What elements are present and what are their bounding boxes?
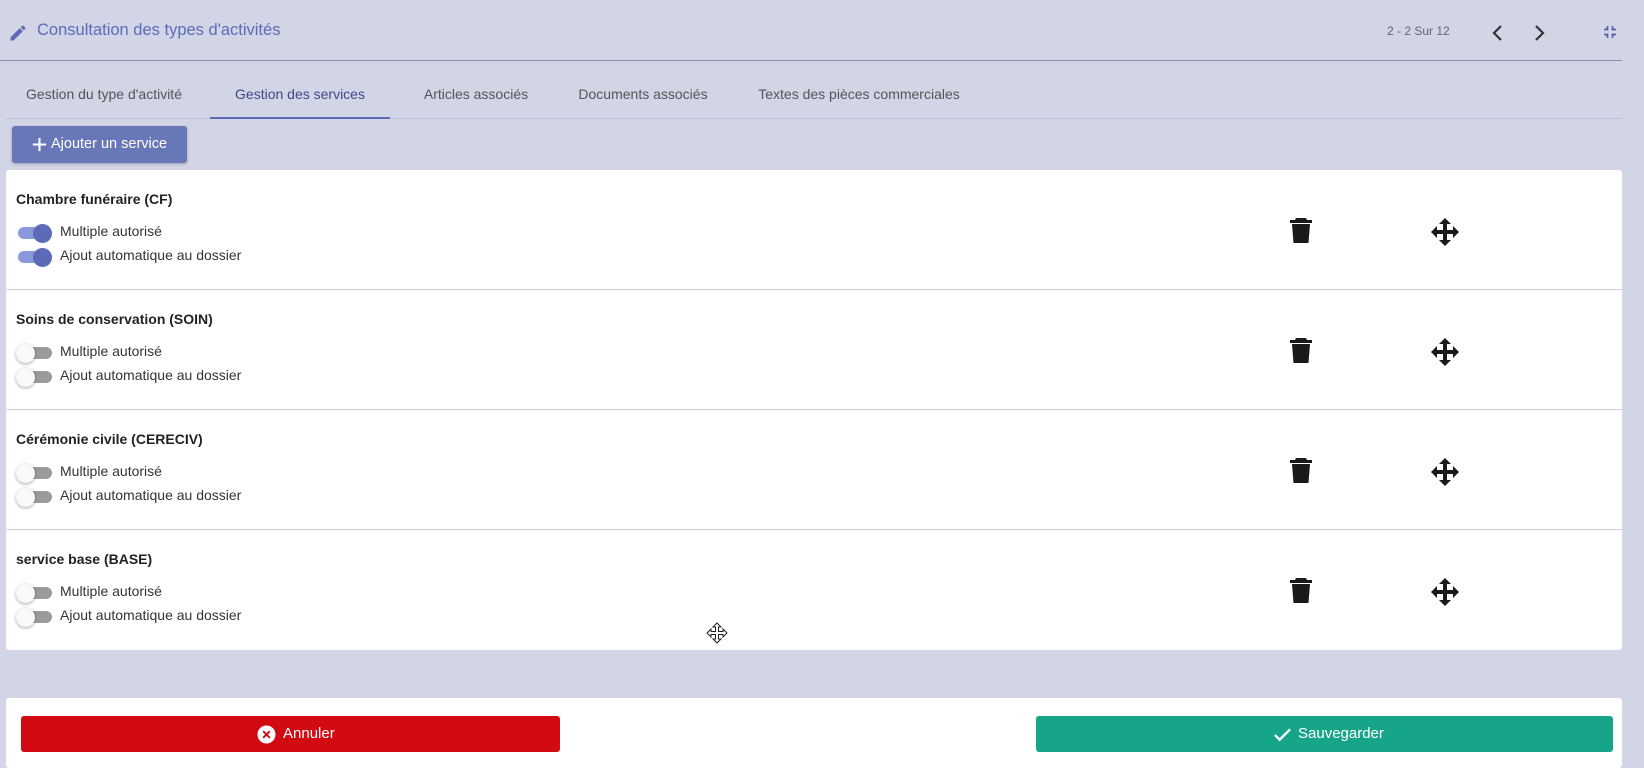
move-icon[interactable] [1431, 458, 1459, 486]
multiple-allowed-toggle[interactable] [16, 464, 52, 483]
service-row: Soins de conservation (SOIN) Multiple au… [6, 290, 1622, 410]
tab-label: Articles associés [423, 86, 529, 102]
service-name: Chambre funéraire (CF) [16, 191, 173, 207]
tab-documents-associes[interactable]: Documents associés [562, 74, 724, 118]
tab-label: Textes des pièces commerciales [758, 86, 960, 102]
auto-add-label: Ajout automatique au dossier [60, 487, 242, 503]
plus-icon [32, 137, 47, 152]
move-icon[interactable] [1431, 578, 1459, 606]
tab-label: Documents associés [578, 86, 708, 102]
multiple-allowed-label: Multiple autorisé [60, 223, 162, 239]
page-header: Consultation des types d'activités 2 - 2… [0, 0, 1622, 61]
form-footer: Annuler Sauvegarder [6, 698, 1622, 768]
tab-articles-associes[interactable]: Articles associés [406, 74, 546, 118]
service-name: Cérémonie civile (CERECIV) [16, 431, 203, 447]
tab-bar: Gestion du type d'activité Gestion des s… [6, 74, 1622, 119]
multiple-allowed-toggle[interactable] [16, 224, 52, 243]
auto-add-toggle[interactable] [16, 368, 52, 387]
tab-gestion-services[interactable]: Gestion des services [210, 74, 390, 119]
services-list: Chambre funéraire (CF) Multiple autorisé… [6, 170, 1622, 650]
auto-add-label: Ajout automatique au dossier [60, 247, 242, 263]
trash-icon[interactable] [1289, 338, 1313, 364]
tab-gestion-type-activite[interactable]: Gestion du type d'activité [6, 74, 202, 118]
add-service-button[interactable]: Ajouter un service [12, 126, 187, 163]
multiple-allowed-toggle[interactable] [16, 344, 52, 363]
paging-indicator: 2 - 2 Sur 12 [1387, 24, 1450, 38]
auto-add-toggle[interactable] [16, 248, 52, 267]
trash-icon[interactable] [1289, 458, 1313, 484]
save-label: Sauvegarder [1298, 725, 1384, 742]
service-row: service base (BASE) Multiple autorisé Aj… [6, 530, 1622, 650]
move-cursor-icon [706, 622, 728, 644]
page-title: Consultation des types d'activités [37, 21, 281, 39]
multiple-allowed-label: Multiple autorisé [60, 463, 162, 479]
auto-add-label: Ajout automatique au dossier [60, 607, 242, 623]
service-name: Soins de conservation (SOIN) [16, 311, 213, 327]
cancel-button[interactable]: Annuler [21, 716, 560, 752]
trash-icon[interactable] [1289, 578, 1313, 604]
cancel-label: Annuler [283, 725, 335, 742]
auto-add-toggle[interactable] [16, 488, 52, 507]
tab-textes-pieces-commerciales[interactable]: Textes des pièces commerciales [748, 74, 970, 118]
save-button[interactable]: Sauvegarder [1036, 716, 1613, 752]
tab-label: Gestion du type d'activité [26, 86, 182, 102]
previous-record-button[interactable] [1486, 21, 1510, 45]
auto-add-label: Ajout automatique au dossier [60, 367, 242, 383]
multiple-allowed-label: Multiple autorisé [60, 343, 162, 359]
close-circle-icon [257, 725, 276, 744]
service-row: Chambre funéraire (CF) Multiple autorisé… [6, 170, 1622, 290]
move-icon[interactable] [1431, 338, 1459, 366]
check-icon [1274, 728, 1291, 742]
next-record-button[interactable] [1527, 21, 1551, 45]
service-row: Cérémonie civile (CERECIV) Multiple auto… [6, 410, 1622, 530]
service-name: service base (BASE) [16, 551, 153, 567]
trash-icon[interactable] [1289, 218, 1313, 244]
auto-add-toggle[interactable] [16, 608, 52, 627]
tab-label: Gestion des services [235, 86, 365, 102]
collapse-icon[interactable] [1600, 22, 1620, 42]
multiple-allowed-toggle[interactable] [16, 584, 52, 603]
move-icon[interactable] [1431, 218, 1459, 246]
multiple-allowed-label: Multiple autorisé [60, 583, 162, 599]
add-service-label: Ajouter un service [51, 136, 168, 152]
pencil-icon [10, 25, 26, 41]
